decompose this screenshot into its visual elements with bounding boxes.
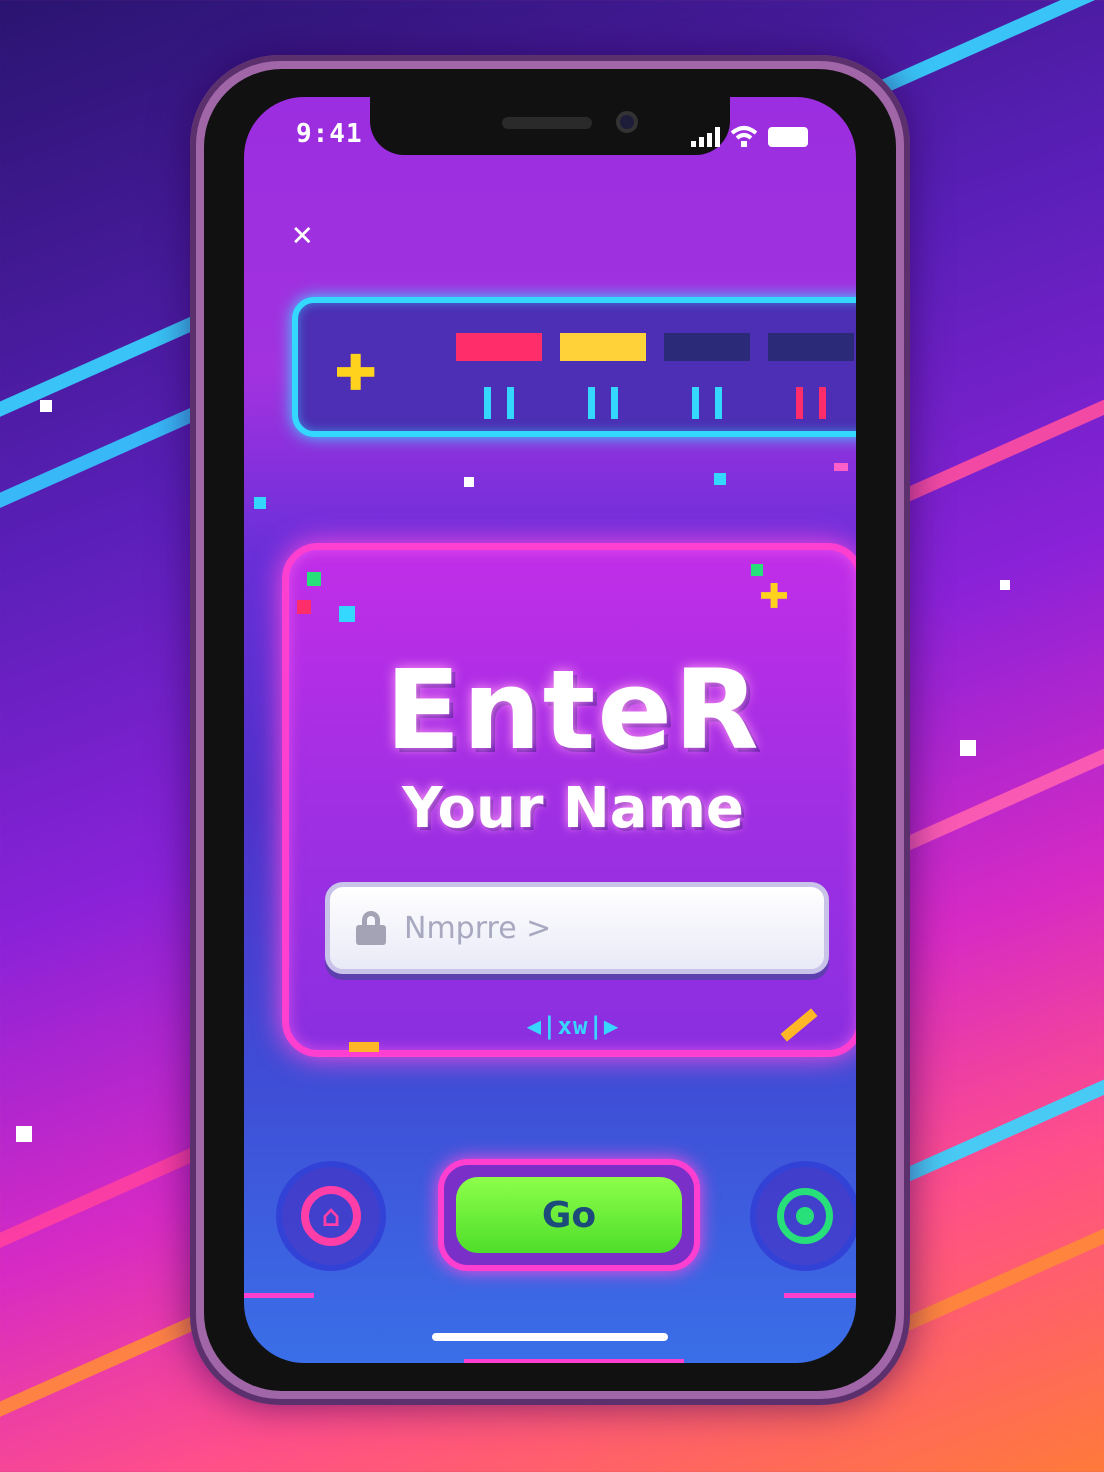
level-progress-panel: ✚ <box>292 297 856 437</box>
level-3 <box>664 333 750 419</box>
target-icon <box>777 1188 833 1244</box>
divider <box>464 1359 684 1363</box>
camera <box>616 111 638 133</box>
go-button[interactable]: Go <box>438 1159 700 1271</box>
level-4 <box>768 333 854 419</box>
level-bars <box>456 333 854 419</box>
divider <box>244 1293 314 1298</box>
go-button-label: Go <box>456 1177 682 1253</box>
home-icon: ⌂ <box>301 1186 361 1246</box>
phone-frame: 9:41 ✕ ✚ ✚ EnteR Your Name Nmprre > ◀|xw… <box>190 55 910 1405</box>
pixel-spark <box>464 477 474 487</box>
pixel-spark <box>834 463 848 471</box>
pixel-spark <box>339 606 355 622</box>
level-bar <box>456 333 542 361</box>
level-bar <box>664 333 750 361</box>
home-indicator[interactable] <box>432 1333 668 1341</box>
speaker <box>502 117 592 129</box>
status-time: 9:41 <box>296 119 363 149</box>
pixel-spark <box>751 564 763 576</box>
pixel-spark <box>297 600 311 614</box>
level-ticks <box>664 387 750 419</box>
level-2 <box>560 333 646 419</box>
signal-icon <box>691 127 720 147</box>
close-icon[interactable]: ✕ <box>292 217 312 251</box>
pixel-spark <box>349 1042 379 1052</box>
name-input-field[interactable]: Nmprre > <box>325 882 829 974</box>
title-your-name: Your Name <box>402 776 744 841</box>
name-entry-card: ✚ EnteR Your Name Nmprre > ◀|xw|▶ <box>282 543 856 1057</box>
app-screen: 9:41 ✕ ✚ ✚ EnteR Your Name Nmprre > ◀|xw… <box>244 97 856 1363</box>
level-1 <box>456 333 542 419</box>
level-ticks <box>768 387 854 419</box>
phone-bezel: 9:41 ✕ ✚ ✚ EnteR Your Name Nmprre > ◀|xw… <box>204 69 896 1391</box>
level-bar <box>768 333 854 361</box>
level-ticks <box>456 387 542 419</box>
divider <box>784 1293 856 1298</box>
status-icons <box>691 125 808 147</box>
title-enter: EnteR <box>385 646 761 774</box>
name-input-placeholder: Nmprre > <box>404 910 552 946</box>
pixel-spark <box>254 497 266 509</box>
plus-icon[interactable]: ✚ <box>334 329 377 401</box>
notch <box>370 97 730 155</box>
wifi-icon <box>730 126 758 147</box>
battery-icon <box>768 127 808 147</box>
pixel-spark <box>307 572 321 586</box>
level-ticks <box>560 387 646 419</box>
home-button[interactable]: ⌂ <box>276 1161 386 1271</box>
sparkle-icon: ✚ <box>759 562 790 620</box>
lock-icon <box>356 911 386 945</box>
level-bar <box>560 333 646 361</box>
cursor-hint: ◀|xw|▶ <box>526 1012 620 1040</box>
pixel-spark <box>714 473 726 485</box>
target-button[interactable] <box>750 1161 856 1271</box>
